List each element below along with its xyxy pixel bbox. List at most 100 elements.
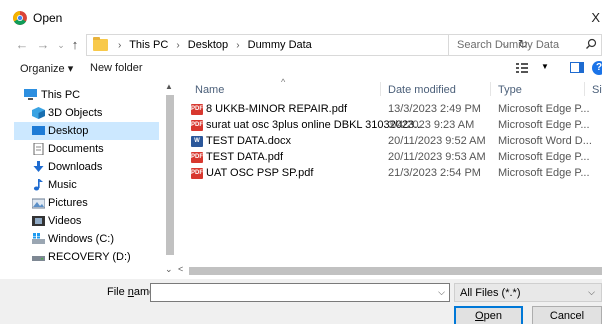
file-name: TEST DATA.pdf <box>206 151 284 163</box>
pdf-file-icon: PDF <box>191 120 203 131</box>
preview-pane-icon[interactable] <box>570 62 584 73</box>
sidebar-item-label: Downloads <box>48 161 103 173</box>
file-type: Microsoft Edge P... <box>498 167 590 179</box>
nav-scrollbar[interactable]: ▲ <box>164 82 175 273</box>
close-button[interactable]: X <box>591 10 600 25</box>
videos-icon <box>32 216 45 226</box>
new-folder-button[interactable]: New folder <box>90 62 143 74</box>
file-name: UAT OSC PSP SP.pdf <box>206 167 314 179</box>
pdf-file-icon: PDF <box>191 168 203 179</box>
breadcrumb-item-desktop[interactable]: Desktop <box>188 39 228 51</box>
file-type-select[interactable]: All Files (*.*) ⌵ <box>454 283 602 302</box>
word-file-icon: W <box>191 136 203 147</box>
file-name-dropdown-icon[interactable]: ⌵ <box>438 287 445 298</box>
help-icon[interactable]: ? <box>592 61 602 75</box>
nav-scroll-thumb[interactable] <box>166 95 174 255</box>
scroll-up-icon[interactable]: ▲ <box>165 82 173 91</box>
title-bar: Open X <box>0 0 602 34</box>
music-icon <box>33 179 43 191</box>
column-header-name[interactable]: Name <box>195 84 224 96</box>
downloads-icon <box>33 161 44 172</box>
toolbar: Organize ▾ New folder ▼ ? <box>0 56 602 80</box>
sidebar-item-label: RECOVERY (D:) <box>48 251 131 263</box>
column-divider[interactable] <box>490 82 491 96</box>
drive-c-icon <box>32 233 45 244</box>
window-title: Open <box>33 11 63 25</box>
sidebar-item-label: 3D Objects <box>48 107 103 119</box>
sidebar-item-music[interactable]: Music <box>14 176 159 194</box>
address-bar[interactable]: › This PC › Desktop › Dummy Data ⌵ ↻ <box>86 34 528 56</box>
sidebar-item-pictures[interactable]: Pictures <box>14 194 159 212</box>
breadcrumb-item-dummy-data[interactable]: Dummy Data <box>248 39 312 51</box>
horizontal-scroll-thumb[interactable] <box>189 267 602 275</box>
sidebar-item-recovery-d[interactable]: RECOVERY (D:) <box>14 248 159 266</box>
sidebar-item-desktop[interactable]: Desktop <box>14 122 159 140</box>
sidebar-item-label: Documents <box>48 143 104 155</box>
horizontal-scrollbar[interactable]: < <box>175 263 602 277</box>
search-placeholder: Search Dummy Data <box>457 39 560 51</box>
sidebar-item-label: Pictures <box>48 197 88 209</box>
column-header-size[interactable]: Size <box>592 84 602 96</box>
sidebar-item-label: This PC <box>41 89 81 101</box>
pictures-icon <box>32 198 45 209</box>
organize-button[interactable]: Organize ▾ <box>20 62 73 75</box>
file-type-value: All Files (*.*) <box>460 287 521 299</box>
back-arrow-icon[interactable]: ← <box>15 36 29 54</box>
recent-locations-chevron-icon[interactable]: ⌄ <box>54 36 68 54</box>
file-type: Microsoft Word D... <box>498 135 592 147</box>
file-date: 20/11/2023 9:53 AM <box>388 151 486 163</box>
breadcrumb-item-this-pc[interactable]: This PC <box>129 39 168 51</box>
sidebar-item-label: Videos <box>48 215 82 227</box>
scroll-down-icon[interactable]: ⌄ <box>165 264 173 275</box>
file-row[interactable]: W TEST DATA.docx 20/11/2023 9:52 AM Micr… <box>175 134 602 149</box>
file-date: 21/3/2023 2:54 PM <box>388 167 481 179</box>
breadcrumb: › This PC › Desktop › Dummy Data <box>113 39 312 51</box>
sidebar-item-documents[interactable]: Documents <box>14 140 159 158</box>
view-dropdown-icon[interactable]: ▼ <box>541 62 549 71</box>
up-arrow-icon[interactable]: ↑ <box>68 36 82 54</box>
change-view-icon[interactable] <box>516 63 538 73</box>
sidebar-item-windows-c[interactable]: Windows (C:) <box>14 230 159 248</box>
pdf-file-icon: PDF <box>191 152 203 163</box>
search-icon <box>586 38 597 49</box>
drive-d-icon <box>32 256 45 261</box>
file-row[interactable]: PDF TEST DATA.pdf 20/11/2023 9:53 AM Mic… <box>175 150 602 165</box>
column-divider[interactable] <box>584 82 585 96</box>
sidebar-item-downloads[interactable]: Downloads <box>14 158 159 176</box>
documents-icon <box>33 143 44 155</box>
file-row[interactable]: PDF UAT OSC PSP SP.pdf 21/3/2023 2:54 PM… <box>175 166 602 181</box>
search-input[interactable]: Search Dummy Data <box>449 34 602 56</box>
file-date: 20/11/2023 9:52 AM <box>388 135 486 147</box>
file-date: 13/3/2023 2:49 PM <box>388 103 481 115</box>
breadcrumb-separator-icon: › <box>118 40 122 51</box>
dialog-footer: File name: ⌵ All Files (*.*) ⌵ Open Canc… <box>0 279 602 324</box>
file-type-dropdown-icon: ⌵ <box>588 287 595 297</box>
breadcrumb-separator-icon: › <box>236 40 240 51</box>
column-header-type[interactable]: Type <box>498 84 522 96</box>
navigation-pane: This PC 3D Objects Desktop Documents Dow… <box>14 82 164 270</box>
file-date: 3/4/2023 9:23 AM <box>388 119 475 131</box>
sidebar-item-3d-objects[interactable]: 3D Objects <box>14 104 159 122</box>
file-type: Microsoft Edge P... <box>498 151 590 163</box>
sidebar-item-videos[interactable]: Videos <box>14 212 159 230</box>
column-header-date-modified[interactable]: Date modified <box>388 84 456 96</box>
file-name: 8 UKKB-MINOR REPAIR.pdf <box>206 103 347 115</box>
sidebar-item-this-pc[interactable]: This PC <box>14 86 159 104</box>
column-divider[interactable] <box>380 82 381 96</box>
file-type: Microsoft Edge P... <box>498 119 590 131</box>
file-row[interactable]: PDF surat uat osc 3plus online DBKL 3103… <box>175 118 602 133</box>
file-row[interactable]: PDF 8 UKKB-MINOR REPAIR.pdf 13/3/2023 2:… <box>175 102 602 117</box>
scroll-left-icon[interactable]: < <box>178 264 183 274</box>
cancel-button[interactable]: Cancel <box>532 306 602 324</box>
sort-ascending-icon: ^ <box>281 77 286 87</box>
address-row: ← → ⌄ ↑ › This PC › Desktop › Dummy Data… <box>0 34 602 56</box>
sidebar-item-label: Windows (C:) <box>48 233 115 245</box>
desktop-icon <box>32 126 45 135</box>
computer-icon <box>24 89 37 100</box>
3d-objects-icon <box>32 107 45 119</box>
folder-icon <box>93 37 108 51</box>
open-button[interactable]: Open <box>454 306 523 324</box>
file-name-input[interactable]: ⌵ <box>150 283 450 302</box>
forward-arrow-icon[interactable]: → <box>36 36 50 54</box>
file-list-header: ^ Name Date modified Type Size <box>175 77 602 98</box>
